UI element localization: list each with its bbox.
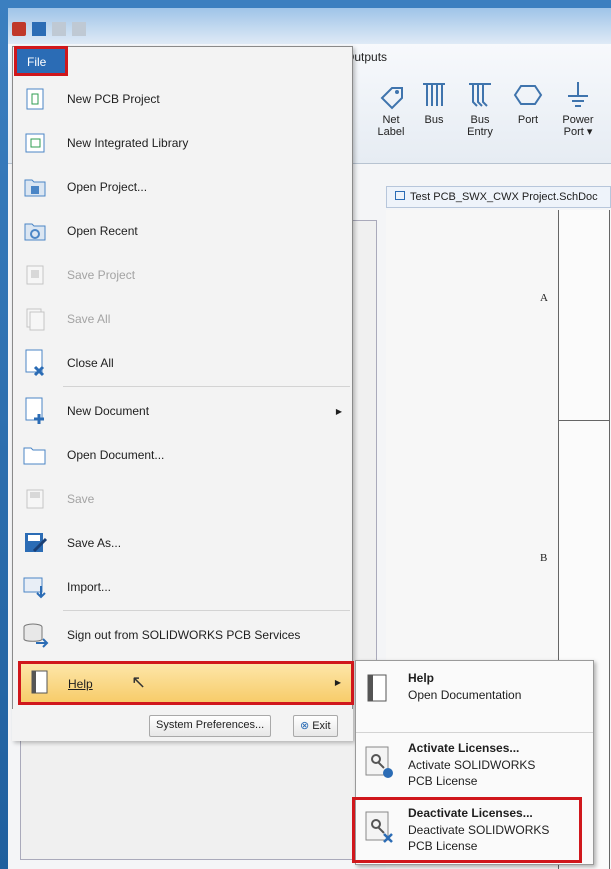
zone-label-a: A <box>540 292 548 304</box>
import-icon <box>23 577 46 599</box>
zone-label-b: B <box>540 552 548 564</box>
power-port-button[interactable]: Power Port ▾ <box>553 80 603 138</box>
open-document-icon <box>23 447 46 465</box>
menu-separator <box>356 732 593 733</box>
undo-icon[interactable] <box>52 22 66 36</box>
schematic-doc-icon <box>395 191 405 200</box>
new-document-icon <box>25 397 44 424</box>
menu-item-new-pcb-project[interactable]: New PCB Project <box>13 77 352 121</box>
submenu-arrow-icon: ▶ <box>335 406 342 416</box>
help-book-icon <box>367 674 387 702</box>
file-menu-button[interactable]: File <box>14 46 68 76</box>
submenu-item-activate-licenses[interactable]: Activate Licenses... Activate SOLIDWORKS… <box>356 735 593 799</box>
exit-icon: ⊗ <box>300 720 310 732</box>
net-label-icon <box>380 87 403 110</box>
menu-item-save-project: Save Project <box>13 253 352 297</box>
quick-access-toolbar <box>12 22 86 36</box>
menu-item-save: Save <box>13 477 352 521</box>
close-all-icon <box>25 349 45 377</box>
mouse-cursor-icon: ↖ <box>131 672 147 692</box>
file-menu: New PCB Project New Integrated Library O… <box>12 46 353 741</box>
menu-item-close-all[interactable]: Close All <box>13 341 352 385</box>
menu-item-open-document[interactable]: Open Document... <box>13 433 352 477</box>
menu-item-new-document[interactable]: New Document ▶ <box>13 389 352 433</box>
menu-item-import[interactable]: Import... <box>13 565 352 609</box>
file-menu-footer: System Preferences... ⊗ Exit <box>12 709 353 741</box>
menu-item-new-integrated-library[interactable]: New Integrated Library <box>13 121 352 165</box>
menu-item-help[interactable]: Help ↖ ▶ <box>18 661 354 705</box>
system-preferences-button[interactable]: System Preferences... <box>149 715 272 737</box>
sign-out-icon <box>23 623 49 648</box>
save-icon[interactable] <box>32 22 46 36</box>
activate-license-icon <box>365 746 393 778</box>
open-recent-icon <box>24 223 46 241</box>
bus-icon <box>423 83 445 106</box>
redo-icon[interactable] <box>72 22 86 36</box>
save-project-icon <box>26 265 44 285</box>
new-pcb-project-icon <box>26 88 44 110</box>
title-bar <box>8 8 611 44</box>
submenu-item-open-documentation[interactable]: Help Open Documentation <box>356 665 593 729</box>
bus-entry-button[interactable]: Bus Entry <box>455 80 505 138</box>
tab-schdoc[interactable]: Test PCB_SWX_CWX Project.SchDoc <box>386 186 611 208</box>
menu-item-sign-out[interactable]: Sign out from SOLIDWORKS PCB Services <box>13 613 352 657</box>
menu-separator <box>63 610 350 611</box>
open-project-icon <box>24 179 46 197</box>
menu-separator <box>63 386 350 387</box>
bus-entry-icon <box>469 83 491 107</box>
new-library-icon <box>25 133 45 153</box>
save-all-icon <box>26 308 45 331</box>
bus-button[interactable]: Bus <box>409 80 459 126</box>
deactivate-highlight-box <box>352 797 582 863</box>
submenu-arrow-icon: ▶ <box>334 678 341 687</box>
menu-item-save-as[interactable]: Save As... <box>13 521 352 565</box>
power-port-icon <box>568 82 588 107</box>
zone-a <box>558 210 610 420</box>
menu-item-open-project[interactable]: Open Project... <box>13 165 352 209</box>
menu-item-save-all: Save All <box>13 297 352 341</box>
save-icon <box>26 489 44 509</box>
help-book-icon <box>31 670 48 694</box>
exit-button[interactable]: ⊗ Exit <box>293 715 338 737</box>
port-button[interactable]: Port <box>503 80 553 126</box>
app-icon[interactable] <box>12 22 26 36</box>
port-icon <box>513 85 543 105</box>
menu-item-open-recent[interactable]: Open Recent <box>13 209 352 253</box>
save-as-icon <box>25 533 48 553</box>
